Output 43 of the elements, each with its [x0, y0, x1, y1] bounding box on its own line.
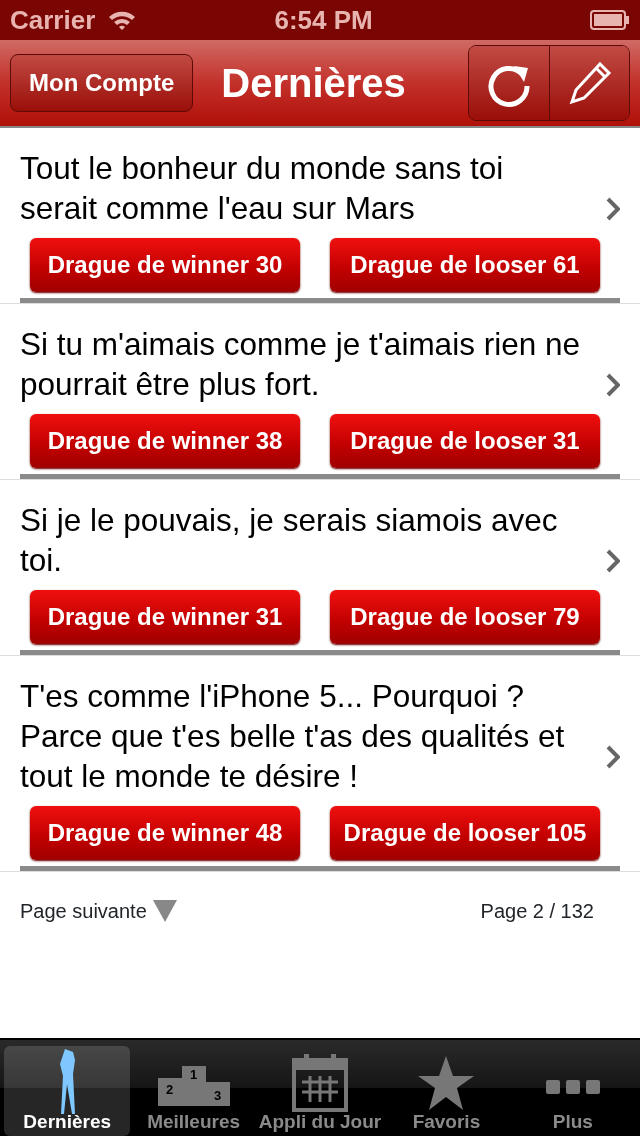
winner-button[interactable]: Drague de winner 48 [30, 806, 300, 860]
tab-label: Appli du Jour [258, 1110, 382, 1134]
pencil-icon [567, 61, 612, 105]
carrier-name: Carrier [10, 3, 96, 37]
tab-item[interactable]: Favoris [383, 1046, 510, 1136]
quote-text: T'es comme l'iPhone 5... Pourquoi ? Parce que t'es belle t'as des qualités et tout le monde te désire ! [20, 677, 566, 796]
tab-label: Plus [552, 1110, 593, 1134]
looser-button[interactable]: Drague de looser 31 [330, 414, 600, 468]
podium-icon: 2 1 3 [157, 1066, 230, 1106]
wifi-icon [107, 9, 138, 31]
tab-label: Meilleures [147, 1110, 241, 1134]
status-time: 6:54 PM [273, 3, 374, 37]
quote-text: Si tu m'aimais comme je t'aimais rien ne pourrait être plus fort. [20, 325, 580, 404]
tab-item[interactable]: Plus [509, 1046, 637, 1136]
edit-button[interactable] [549, 46, 629, 120]
winner-button[interactable]: Drague de winner 38 [30, 414, 300, 468]
refresh-button[interactable] [469, 46, 549, 120]
winner-button[interactable]: Drague de winner 31 [30, 590, 300, 644]
page-indicator: Page 2 / 132 [480, 899, 594, 924]
next-page-link[interactable]: Page suivante [20, 896, 147, 926]
quote-text: Si je le pouvais, je serais siamois avec toi. [20, 501, 559, 580]
account-button[interactable]: Mon Compte [10, 54, 194, 112]
chevron-icon[interactable] [606, 548, 620, 573]
down-triangle-icon[interactable] [152, 900, 177, 922]
tab-label: Dernières [23, 1110, 112, 1134]
battery-icon [590, 10, 630, 30]
looser-button[interactable]: Drague de looser 79 [330, 590, 600, 644]
chevron-icon[interactable] [606, 744, 620, 769]
person-figure-icon [58, 1048, 76, 1115]
looser-button[interactable]: Drague de looser 61 [330, 238, 600, 292]
chevron-icon[interactable] [606, 196, 620, 221]
star-icon [418, 1056, 475, 1110]
calendar-icon [292, 1054, 348, 1112]
looser-button[interactable]: Drague de looser 105 [330, 806, 600, 860]
tab-item[interactable]: Dernières [4, 1046, 131, 1136]
tab-item[interactable]: 2 1 3 Meilleures [130, 1046, 257, 1136]
winner-button[interactable]: Drague de winner 30 [30, 238, 300, 292]
tab-item[interactable]: Appli du Jour [256, 1046, 384, 1136]
screen-title: Dernières [221, 60, 407, 107]
tab-label: Favoris [412, 1110, 481, 1134]
more-icon [545, 1080, 600, 1094]
chevron-icon[interactable] [606, 372, 620, 397]
quote-text: Tout le bonheur du monde sans toi serait comme l'eau sur Mars [20, 149, 505, 228]
